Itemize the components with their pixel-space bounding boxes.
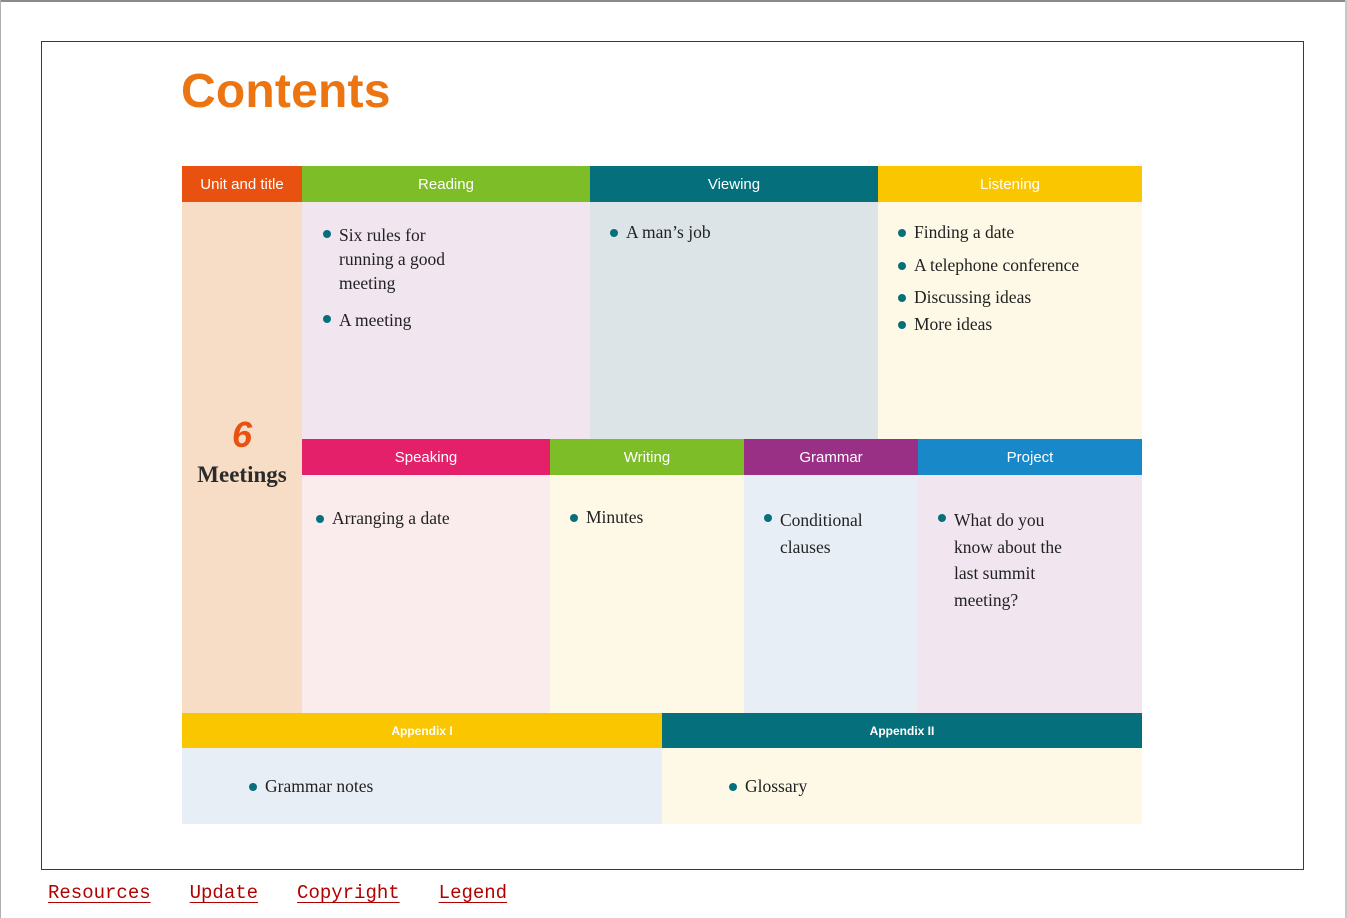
appendix-2-header-label: Appendix II [869,723,935,738]
writing-header-label: Writing [623,448,671,466]
listening-header: Listening [878,166,1142,202]
unit-title-header: Unit and title [182,166,302,202]
unit-title-header-label: Unit and title [200,175,284,193]
viewing-list: A man’s job [610,222,860,243]
reading-header-label: Reading [418,175,474,193]
grammar-header-label: Grammar [799,448,863,466]
project-header-label: Project [1006,448,1054,466]
unit-title: Meetings [197,462,287,487]
appendix-2-cell: Glossary [662,748,1142,824]
list-item: Six rules for running a good meeting [323,223,463,295]
writing-cell: Minutes [550,475,744,713]
viewing-header-label: Viewing [707,175,761,193]
left-border [0,0,1,918]
grammar-list: Conditional clauses [764,507,894,561]
list-item: A man’s job [610,222,860,243]
listening-header-label: Listening [979,175,1041,193]
list-item: A meeting [323,308,463,332]
viewing-header: Viewing [590,166,878,202]
list-item: Glossary [729,776,1029,797]
writing-header: Writing [550,439,744,475]
grammar-header: Grammar [744,439,918,475]
appendix-2-header: Appendix II [662,713,1142,748]
update-link[interactable]: Update [190,882,258,904]
list-item: Arranging a date [316,508,536,529]
grammar-cell: Conditional clauses [744,475,918,713]
list-item: Minutes [570,507,730,528]
listening-list: Finding a date A telephone conference Di… [898,222,1138,335]
speaking-cell: Arranging a date [302,475,550,713]
reading-list: Six rules for running a good meeting A m… [323,223,463,332]
copyright-link[interactable]: Copyright [297,882,400,904]
unit-number: 6 [231,414,253,455]
list-item: What do you know about the last summit m… [938,507,1078,613]
viewing-cell: A man’s job [590,202,878,439]
top-border [0,0,1347,2]
list-item: Conditional clauses [764,507,894,561]
appendix-1-cell: Grammar notes [182,748,662,824]
list-item: More ideas [898,314,1138,335]
reading-header: Reading [302,166,590,202]
project-list: What do you know about the last summit m… [938,507,1078,613]
writing-list: Minutes [570,507,730,528]
speaking-header-label: Speaking [394,448,458,466]
reading-cell: Six rules for running a good meeting A m… [302,202,590,439]
appendix-2-list: Glossary [729,776,1029,797]
resources-link[interactable]: Resources [48,882,151,904]
unit-column [182,202,302,713]
footer-links: Resources Update Copyright Legend [48,882,507,904]
speaking-list: Arranging a date [316,508,536,529]
list-item: Discussing ideas [898,287,1138,308]
appendix-1-header: Appendix I [182,713,662,748]
page-title: Contents [181,65,391,118]
list-item: A telephone conference [898,255,1138,276]
list-item: Finding a date [898,222,1138,243]
appendix-1-list: Grammar notes [249,776,549,797]
project-cell: What do you know about the last summit m… [918,475,1142,713]
appendix-1-header-label: Appendix I [391,723,453,738]
listening-cell: Finding a date A telephone conference Di… [878,202,1142,439]
project-header: Project [918,439,1142,475]
legend-link[interactable]: Legend [439,882,507,904]
list-item: Grammar notes [249,776,549,797]
speaking-header: Speaking [302,439,550,475]
